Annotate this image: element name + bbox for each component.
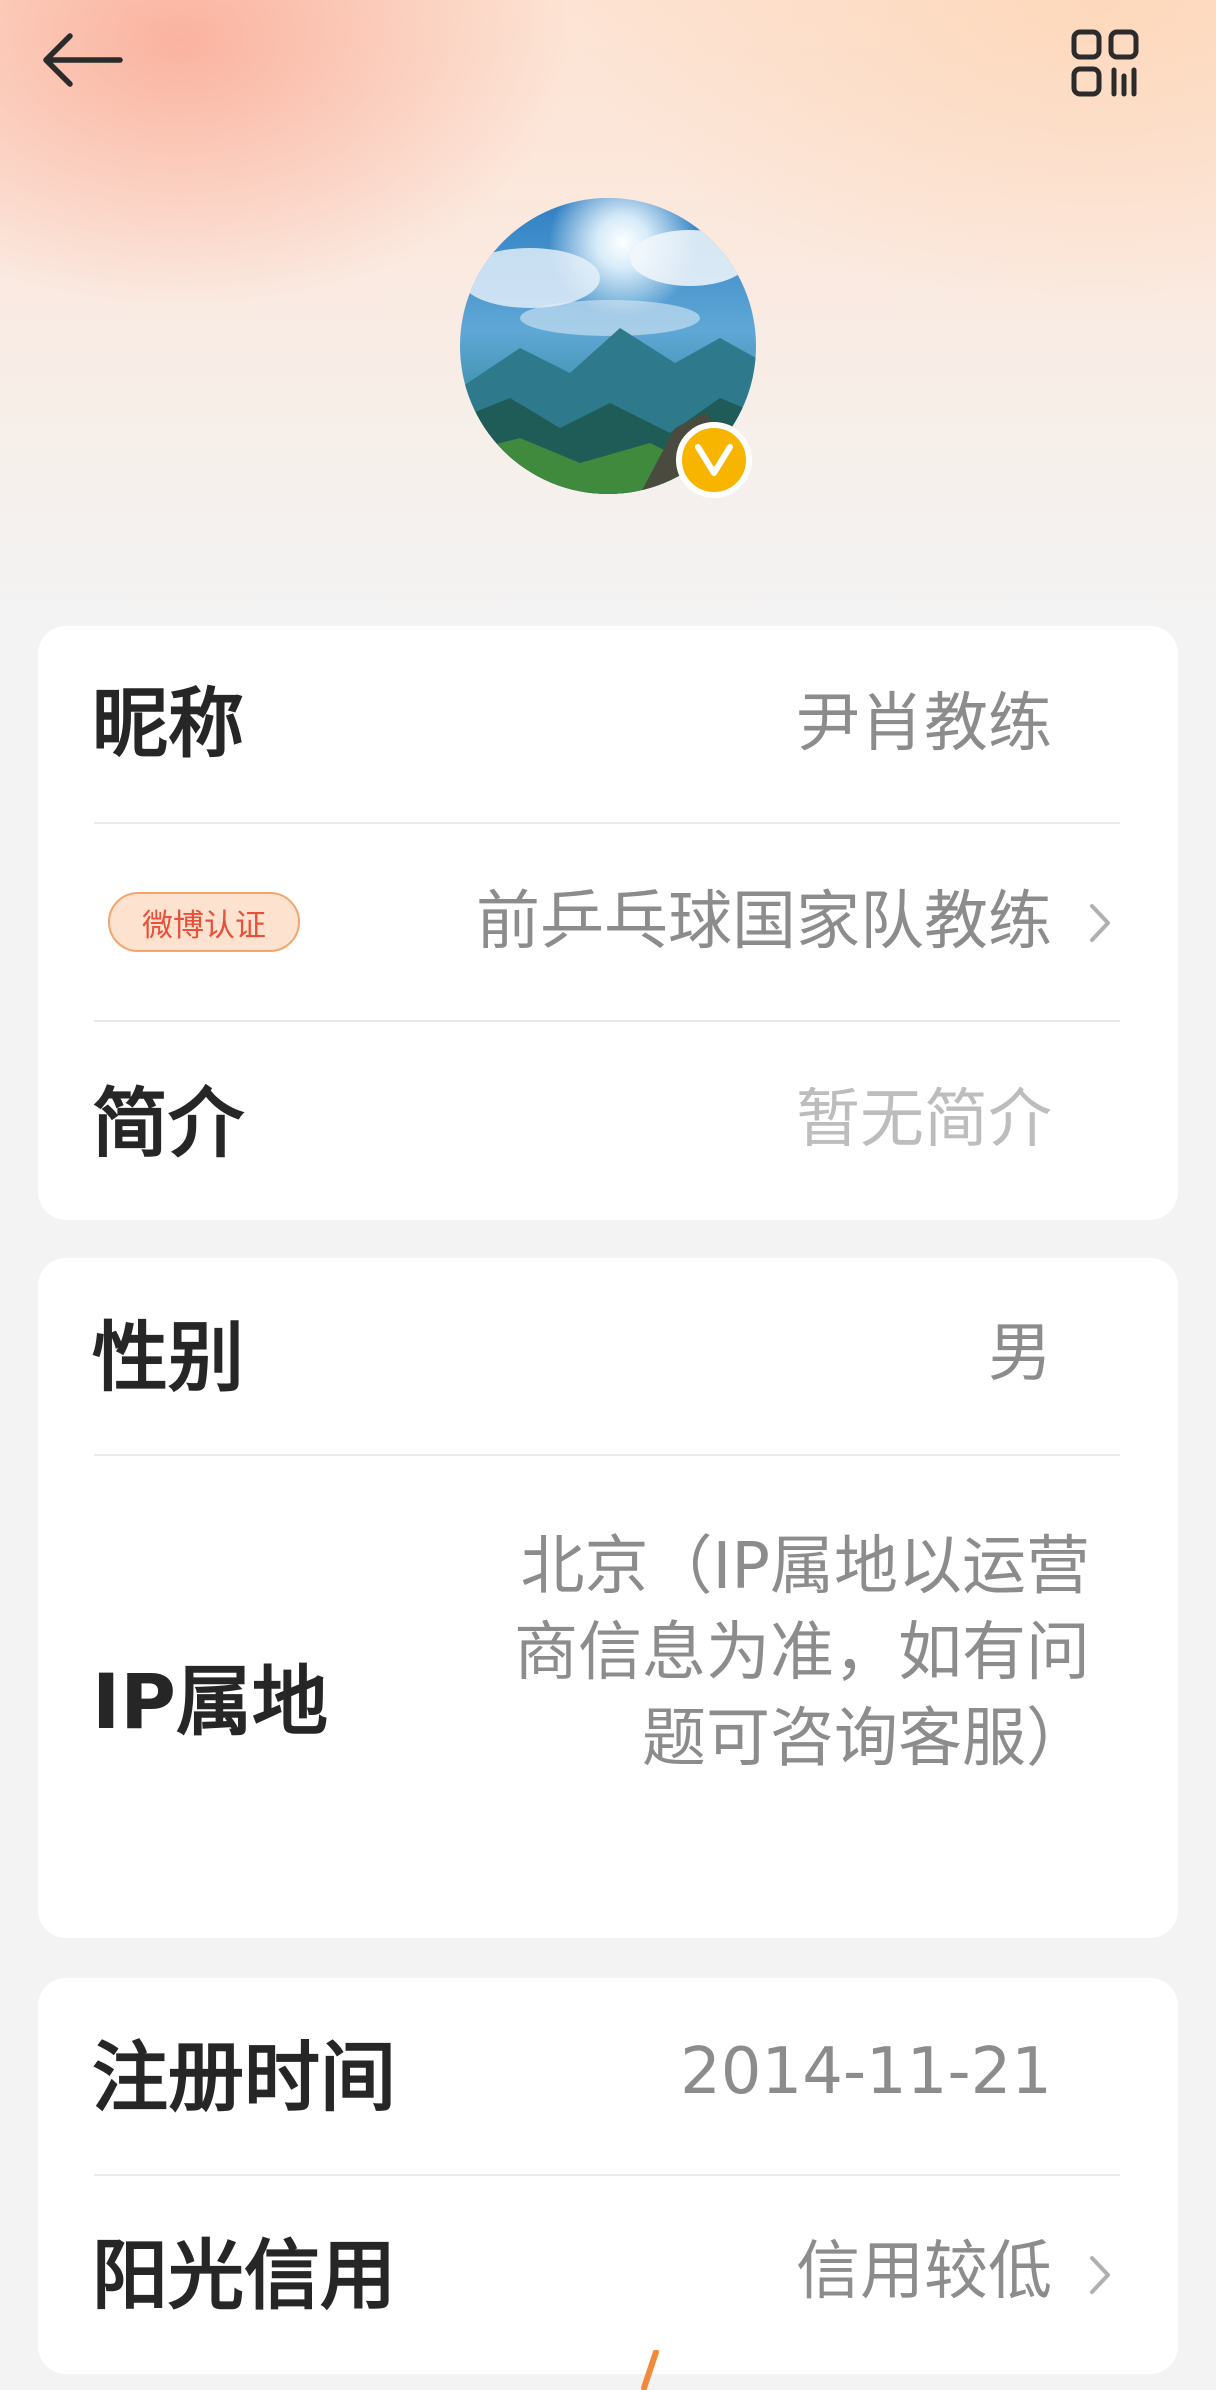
divider bbox=[94, 2174, 1120, 2176]
account-info-card: 注册时间 2014-11-21 阳光信用 信用较低 bbox=[38, 1978, 1178, 2374]
back-button[interactable] bbox=[40, 20, 140, 100]
divider bbox=[94, 1020, 1120, 1022]
verify-value[interactable]: 前乒乓球国家队教练 bbox=[476, 890, 1052, 954]
register-time-label: 注册时间 bbox=[92, 2033, 396, 2122]
nickname-label: 昵称 bbox=[92, 679, 244, 768]
profile-info-page: 昵称 尹肖教练 微博认证 前乒乓球国家队教练 简介 暂无简介 性别 男 IP属地… bbox=[0, 0, 1216, 2390]
divider bbox=[94, 822, 1120, 824]
divider bbox=[94, 1454, 1120, 1456]
bio-label: 简介 bbox=[92, 1079, 244, 1168]
basic-info-card: 昵称 尹肖教练 微博认证 前乒乓球国家队教练 简介 暂无简介 bbox=[38, 626, 1178, 1220]
sunshine-credit-value[interactable]: 信用较低 bbox=[796, 2240, 1052, 2304]
qr-code-icon bbox=[1071, 29, 1139, 97]
sunshine-credit-label: 阳光信用 bbox=[92, 2231, 396, 2320]
gender-value[interactable]: 男 bbox=[988, 1322, 1052, 1386]
weibo-verify-badge: 微博认证 bbox=[108, 892, 300, 952]
chevron-right-icon[interactable] bbox=[1082, 2250, 1118, 2300]
gender-label: 性别 bbox=[92, 1313, 244, 1402]
verified-v-icon bbox=[695, 444, 733, 476]
decorative-stroke bbox=[641, 2350, 659, 2390]
bio-value[interactable]: 暂无简介 bbox=[796, 1088, 1052, 1152]
qr-code-button[interactable] bbox=[1060, 18, 1150, 108]
verified-badge bbox=[676, 422, 752, 498]
arrow-left-icon bbox=[43, 33, 123, 87]
avatar-container[interactable] bbox=[460, 198, 756, 498]
ip-location-value: 北京（IP属地以运营商信息为准，如有问题可咨询客服） bbox=[514, 1530, 1090, 1776]
nickname-value[interactable]: 尹肖教练 bbox=[796, 692, 1052, 756]
chevron-right-icon[interactable] bbox=[1082, 898, 1118, 948]
ip-location-label: IP属地 bbox=[92, 1657, 328, 1746]
register-time-value: 2014-11-21 bbox=[680, 2035, 1052, 2109]
